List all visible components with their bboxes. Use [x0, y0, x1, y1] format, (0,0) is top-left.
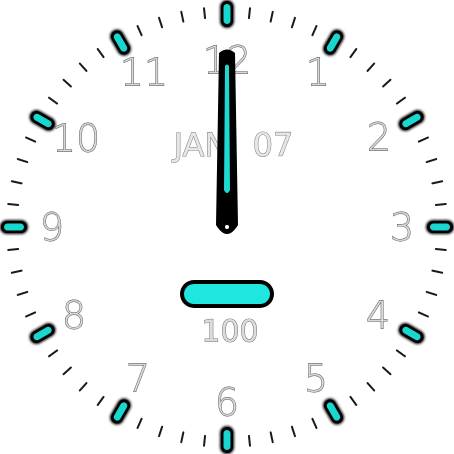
minute-tick	[434, 247, 447, 251]
hour-marker	[0, 220, 28, 234]
numeral-10: 10	[52, 117, 100, 161]
numeral-1: 1	[306, 51, 330, 95]
numeral-8: 8	[62, 294, 86, 338]
hour-marker	[220, 0, 234, 28]
minute-tick	[203, 7, 207, 20]
battery-percent: 100	[201, 315, 258, 350]
date-day: 07	[253, 126, 294, 164]
battery-pill-icon	[180, 280, 274, 308]
watch-face: 12 1 2 3 4 5 6 7 8 9 10 11 JAN 07 100	[0, 0, 454, 454]
numeral-5: 5	[304, 357, 328, 401]
minute-tick	[247, 7, 251, 20]
hour-marker	[426, 220, 454, 234]
numeral-9: 9	[40, 206, 64, 250]
hour-marker	[220, 426, 234, 454]
numeral-3: 3	[390, 206, 414, 250]
numeral-2: 2	[367, 116, 391, 160]
numeral-11: 11	[120, 51, 168, 95]
minute-tick	[7, 247, 20, 251]
minute-tick	[434, 203, 447, 207]
numeral-4: 4	[366, 294, 390, 338]
hand-center-dot	[225, 225, 229, 229]
minute-tick	[7, 203, 20, 207]
minute-hand	[220, 55, 234, 222]
minute-tick	[247, 434, 251, 447]
clock-hands-icon	[216, 49, 238, 234]
minute-tick	[203, 434, 207, 447]
numeral-7: 7	[126, 357, 150, 401]
numeral-6: 6	[215, 381, 239, 425]
